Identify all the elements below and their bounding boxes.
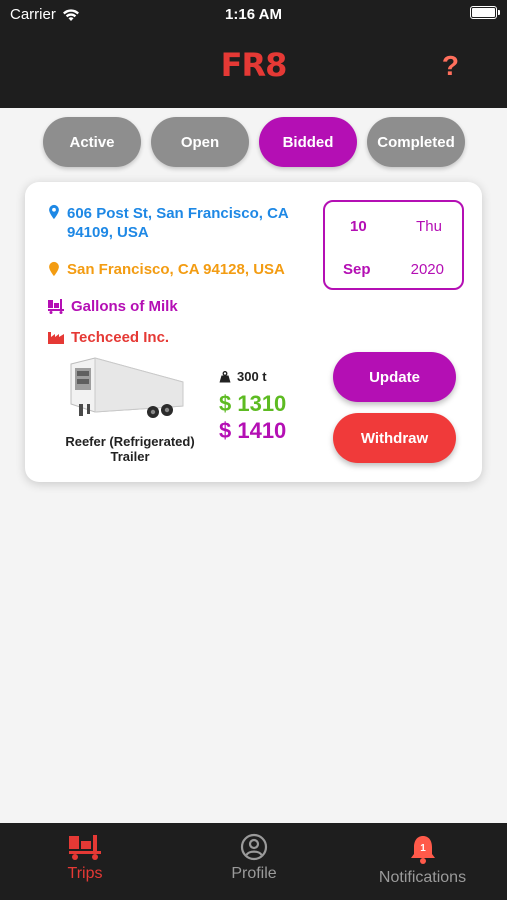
goods-row: Gallons of Milk (47, 298, 178, 315)
trip-status-tabs: Active Open Bidded Completed (43, 117, 465, 167)
factory-icon (48, 332, 64, 344)
dropoff-address: San Francisco, CA 94128, USA (67, 261, 285, 278)
tab-completed[interactable]: Completed (367, 117, 465, 167)
user-circle-icon (240, 833, 268, 861)
dropoff-row: San Francisco, CA 94128, USA (47, 261, 285, 278)
weight-value: 300 t (237, 369, 267, 384)
nav-profile-label: Profile (231, 865, 277, 882)
trailer-type: Reefer (Refrigerated) Trailer (65, 434, 195, 464)
location-pin-icon (49, 204, 59, 220)
help-button[interactable]: ? (442, 50, 459, 82)
goods-label: Gallons of Milk (71, 298, 178, 315)
weight-row: 300 t (219, 369, 267, 384)
update-button[interactable]: Update (333, 352, 456, 402)
date-weekday: Thu (416, 218, 442, 235)
trailer-image (70, 357, 184, 418)
pickup-address: 606 Post St, San Francisco, CA 94109, US… (67, 205, 289, 241)
bell-icon: 1 (410, 836, 435, 864)
truck-icon (69, 835, 101, 860)
company-row: Techceed Inc. (47, 329, 169, 346)
weight-icon (219, 370, 231, 382)
clock: 1:16 AM (225, 6, 282, 23)
company-label: Techceed Inc. (71, 329, 170, 346)
nav-profile[interactable]: Profile (214, 833, 294, 883)
nav-trips-label: Trips (67, 865, 103, 882)
tab-active[interactable]: Active (43, 117, 141, 167)
withdraw-button[interactable]: Withdraw (333, 413, 456, 463)
tab-bidded[interactable]: Bidded (259, 117, 357, 167)
battery-icon (470, 6, 500, 19)
status-bar: Carrier 1:16 AM (0, 0, 507, 28)
pickup-row: 606 Post St, San Francisco, CA 94109, US… (47, 204, 307, 242)
bottom-tab-bar: Trips Profile 1 Notifications (0, 823, 507, 900)
pickup-date: 10 Thu Sep 2020 (323, 200, 464, 290)
date-day: 10 (350, 218, 367, 235)
nav-trips[interactable]: Trips (45, 833, 125, 883)
bid-price: $ 1410 (219, 418, 287, 443)
original-price: $ 1310 (219, 391, 287, 416)
trip-card[interactable]: 606 Post St, San Francisco, CA 94109, US… (25, 182, 482, 482)
location-marker-icon (49, 261, 59, 277)
app-logo: FR8 (220, 46, 288, 84)
tab-open[interactable]: Open (151, 117, 249, 167)
date-month: Sep (343, 261, 371, 278)
nav-notifications[interactable]: 1 Notifications (370, 833, 475, 887)
top-bar: Carrier 1:16 AM FR8 ? (0, 0, 507, 108)
cargo-icon (48, 299, 64, 314)
notification-badge: 1 (420, 843, 426, 854)
date-year: 2020 (410, 261, 444, 278)
nav-notifications-label: Notifications (378, 869, 467, 886)
